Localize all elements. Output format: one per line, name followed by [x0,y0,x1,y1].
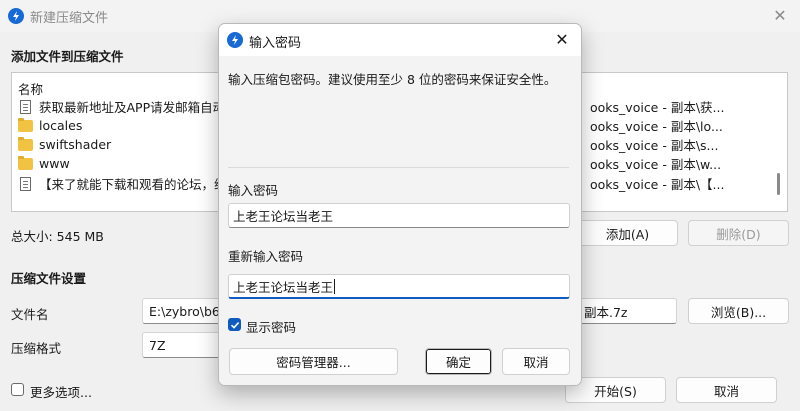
list-item-path: ooks_voice - 副本\【... [590,177,725,192]
list-item-name: www [39,156,70,171]
divider [228,167,569,168]
app-logo-icon [227,32,243,48]
list-item-name: 获取最新地址及APP请发邮箱自动 [39,100,226,115]
password-dialog: 输入密码 ✕ 输入压缩包密码。建议使用至少 8 位的密码来保证安全性。 输入密码… [218,23,582,386]
list-item[interactable]: 【来了就能下载和观看的论坛，纯 [18,174,227,193]
list-item[interactable]: 获取最新地址及APP请发邮箱自动 [18,97,225,116]
browse-button[interactable]: 浏览(B)... [688,298,789,324]
dialog-titlebar: 输入密码 ✕ [219,24,581,56]
add-files-heading: 添加文件到压缩文件 [11,49,124,64]
format-label: 压缩格式 [11,341,62,356]
main-close-icon[interactable]: ✕ [770,6,790,26]
password-input-value: 上老王论坛当老王 [233,209,334,224]
dialog-close-icon[interactable]: ✕ [552,30,572,50]
column-header-name[interactable]: 名称 [18,79,43,98]
show-password-label: 显示密码 [246,320,297,335]
document-icon [20,176,31,191]
main-cancel-button[interactable]: 取消 [676,377,777,403]
total-size: 总大小: 545 MB [11,229,104,244]
list-item-path: ooks_voice - 副本\lo... [590,119,723,134]
checkmark-icon [230,321,239,329]
add-button[interactable]: 添加(A) [577,220,678,246]
more-options-checkbox[interactable] [11,383,24,396]
filename-label: 文件名 [11,307,49,322]
confirm-password-input[interactable]: 上老王论坛当老王 [228,274,570,299]
password-manager-button[interactable]: 密码管理器... [229,348,398,375]
dialog-body: 输入压缩包密码。建议使用至少 8 位的密码来保证安全性。 输入密码 上老王论坛当… [219,56,581,385]
delete-button[interactable]: 删除(D) [688,220,789,246]
list-item[interactable]: locales [18,116,82,135]
list-item-name: 【来了就能下载和观看的论坛，纯 [39,177,227,192]
list-item[interactable]: swiftshader [18,135,111,154]
password-label: 输入密码 [228,183,279,198]
folder-icon [18,155,33,170]
app-logo-icon [8,8,24,24]
dialog-title: 输入密码 [249,36,302,51]
dialog-description: 输入压缩包密码。建议使用至少 8 位的密码来保证安全性。 [228,72,557,87]
confirm-password-label: 重新输入密码 [228,249,304,264]
password-input[interactable]: 上老王论坛当老王 [228,203,570,228]
document-icon [20,99,31,114]
text-caret [334,278,336,294]
show-password-checkbox[interactable] [228,318,241,331]
list-item-path: ooks_voice - 副本\w... [590,157,722,172]
settings-heading: 压缩文件设置 [11,271,87,286]
list-item-name: locales [39,118,83,133]
dialog-cancel-button[interactable]: 取消 [502,348,570,375]
list-item[interactable]: www [18,154,70,173]
list-item-path: ooks_voice - 副本\获... [590,100,725,115]
folder-icon [18,136,33,151]
list-item-name: swiftshader [39,137,112,152]
folder-icon [18,117,33,132]
filename-input-suffix[interactable]: 副本.7z [577,298,677,324]
ok-button[interactable]: 确定 [425,348,492,375]
confirm-password-input-value: 上老王论坛当老王 [233,279,334,295]
more-options-label: 更多选项... [30,385,92,400]
main-window-title: 新建压缩文件 [30,11,109,26]
list-scrollbar[interactable] [777,173,780,195]
list-item-path: ooks_voice - 副本\s... [590,138,719,153]
